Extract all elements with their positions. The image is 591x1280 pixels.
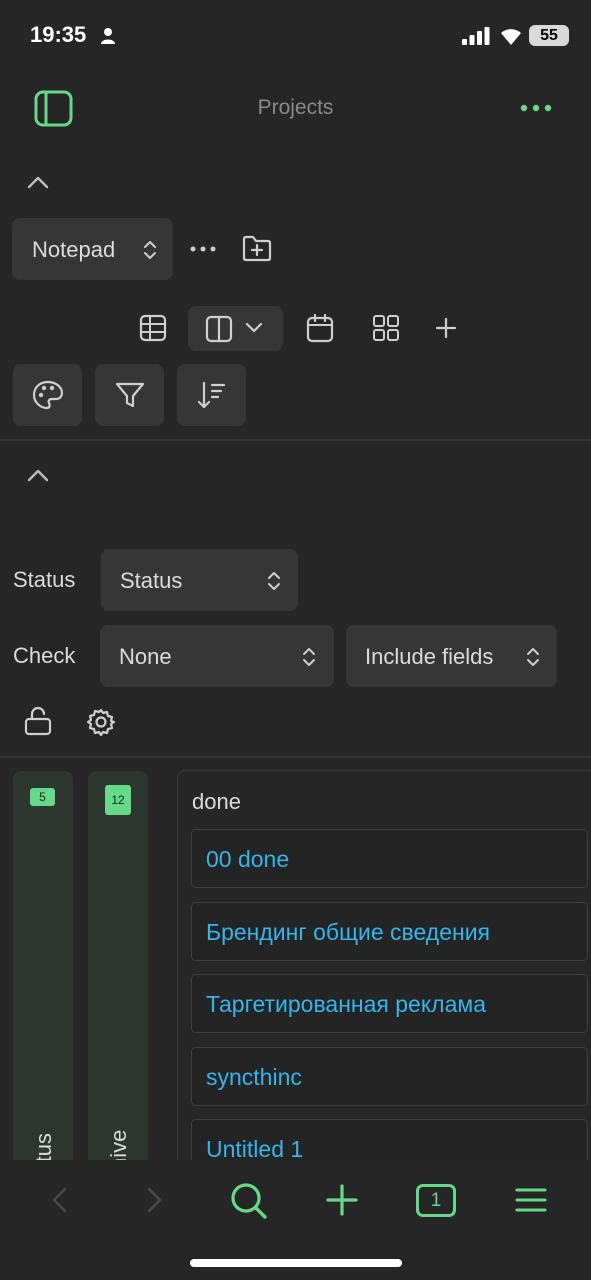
chevron-updown-icon: [527, 648, 539, 666]
card-title: syncthinc: [206, 1064, 302, 1090]
collapsed-column-archive[interactable]: 12 Archive: [88, 771, 148, 1203]
status-select[interactable]: Status: [101, 549, 298, 611]
divider: [0, 439, 591, 441]
column-count-badge: 12: [105, 785, 131, 815]
add-view-icon[interactable]: [435, 317, 457, 339]
board-card[interactable]: Брендинг общие сведения: [191, 902, 588, 961]
cellular-signal-icon: [462, 27, 490, 45]
menu-icon[interactable]: [515, 1187, 547, 1213]
add-icon[interactable]: [326, 1184, 358, 1216]
wifi-icon: [501, 29, 521, 45]
column-count-badge: 5: [30, 788, 55, 806]
check-label: Check: [13, 643, 76, 668]
status-time: 19:35: [30, 22, 87, 47]
filter-button[interactable]: [95, 364, 164, 426]
collapse-chevron-icon[interactable]: [26, 467, 50, 483]
board-icon: [205, 315, 233, 343]
chevron-updown-icon: [303, 648, 315, 666]
new-folder-icon[interactable]: [242, 234, 272, 262]
check-select[interactable]: None: [100, 625, 334, 687]
collapse-chevron-icon[interactable]: [26, 174, 50, 190]
card-title: Таргетированная реклама: [206, 991, 486, 1017]
column-title: done: [192, 789, 241, 814]
notepad-select-label: Notepad: [32, 237, 116, 262]
table-icon[interactable]: [139, 314, 167, 342]
forward-icon[interactable]: [144, 1187, 164, 1213]
board-card[interactable]: syncthinc: [191, 1047, 588, 1106]
board-card[interactable]: Таргетированная реклама: [191, 974, 588, 1033]
notepad-select[interactable]: Notepad: [12, 218, 173, 280]
chevron-updown-icon: [268, 572, 280, 590]
sort-button[interactable]: [177, 364, 246, 426]
gear-icon[interactable]: [86, 707, 116, 737]
tab-count: 1: [430, 1190, 442, 1211]
status-bar: 19:35 55: [0, 0, 591, 70]
card-title: 00 done: [206, 846, 290, 872]
more-icon[interactable]: [190, 241, 216, 257]
include-fields-select[interactable]: Include fields: [346, 625, 557, 687]
collapsed-column-no-status[interactable]: 5 No status: [13, 771, 73, 1226]
board-column-done: done 00 done Брендинг общие сведения Тар…: [177, 770, 591, 1178]
home-indicator: [190, 1259, 402, 1267]
chevron-down-icon: [245, 322, 263, 333]
tabs-button[interactable]: 1: [416, 1184, 456, 1217]
chevron-updown-icon: [144, 241, 156, 259]
board-view-button[interactable]: [188, 306, 283, 351]
battery-indicator: 55: [529, 25, 569, 46]
card-title: Брендинг общие сведения: [206, 919, 491, 945]
gallery-icon[interactable]: [372, 314, 400, 342]
page-title: Projects: [257, 96, 334, 119]
board-card[interactable]: 00 done: [191, 829, 588, 888]
check-select-value: None: [119, 644, 172, 669]
color-palette-button[interactable]: [13, 364, 82, 426]
sort-icon: [197, 381, 226, 409]
palette-icon: [32, 380, 64, 410]
status-label: Status: [13, 567, 76, 592]
unlock-icon[interactable]: [24, 706, 52, 736]
search-icon[interactable]: [230, 1182, 268, 1220]
calendar-icon[interactable]: [306, 313, 334, 343]
back-icon[interactable]: [50, 1187, 70, 1213]
divider: [0, 756, 591, 758]
include-fields-label: Include fields: [365, 644, 494, 669]
more-options-icon[interactable]: [520, 98, 552, 118]
card-title: Untitled 1: [206, 1136, 304, 1162]
status-select-value: Status: [120, 568, 183, 593]
filter-icon: [115, 382, 145, 408]
person-icon: [101, 28, 115, 44]
